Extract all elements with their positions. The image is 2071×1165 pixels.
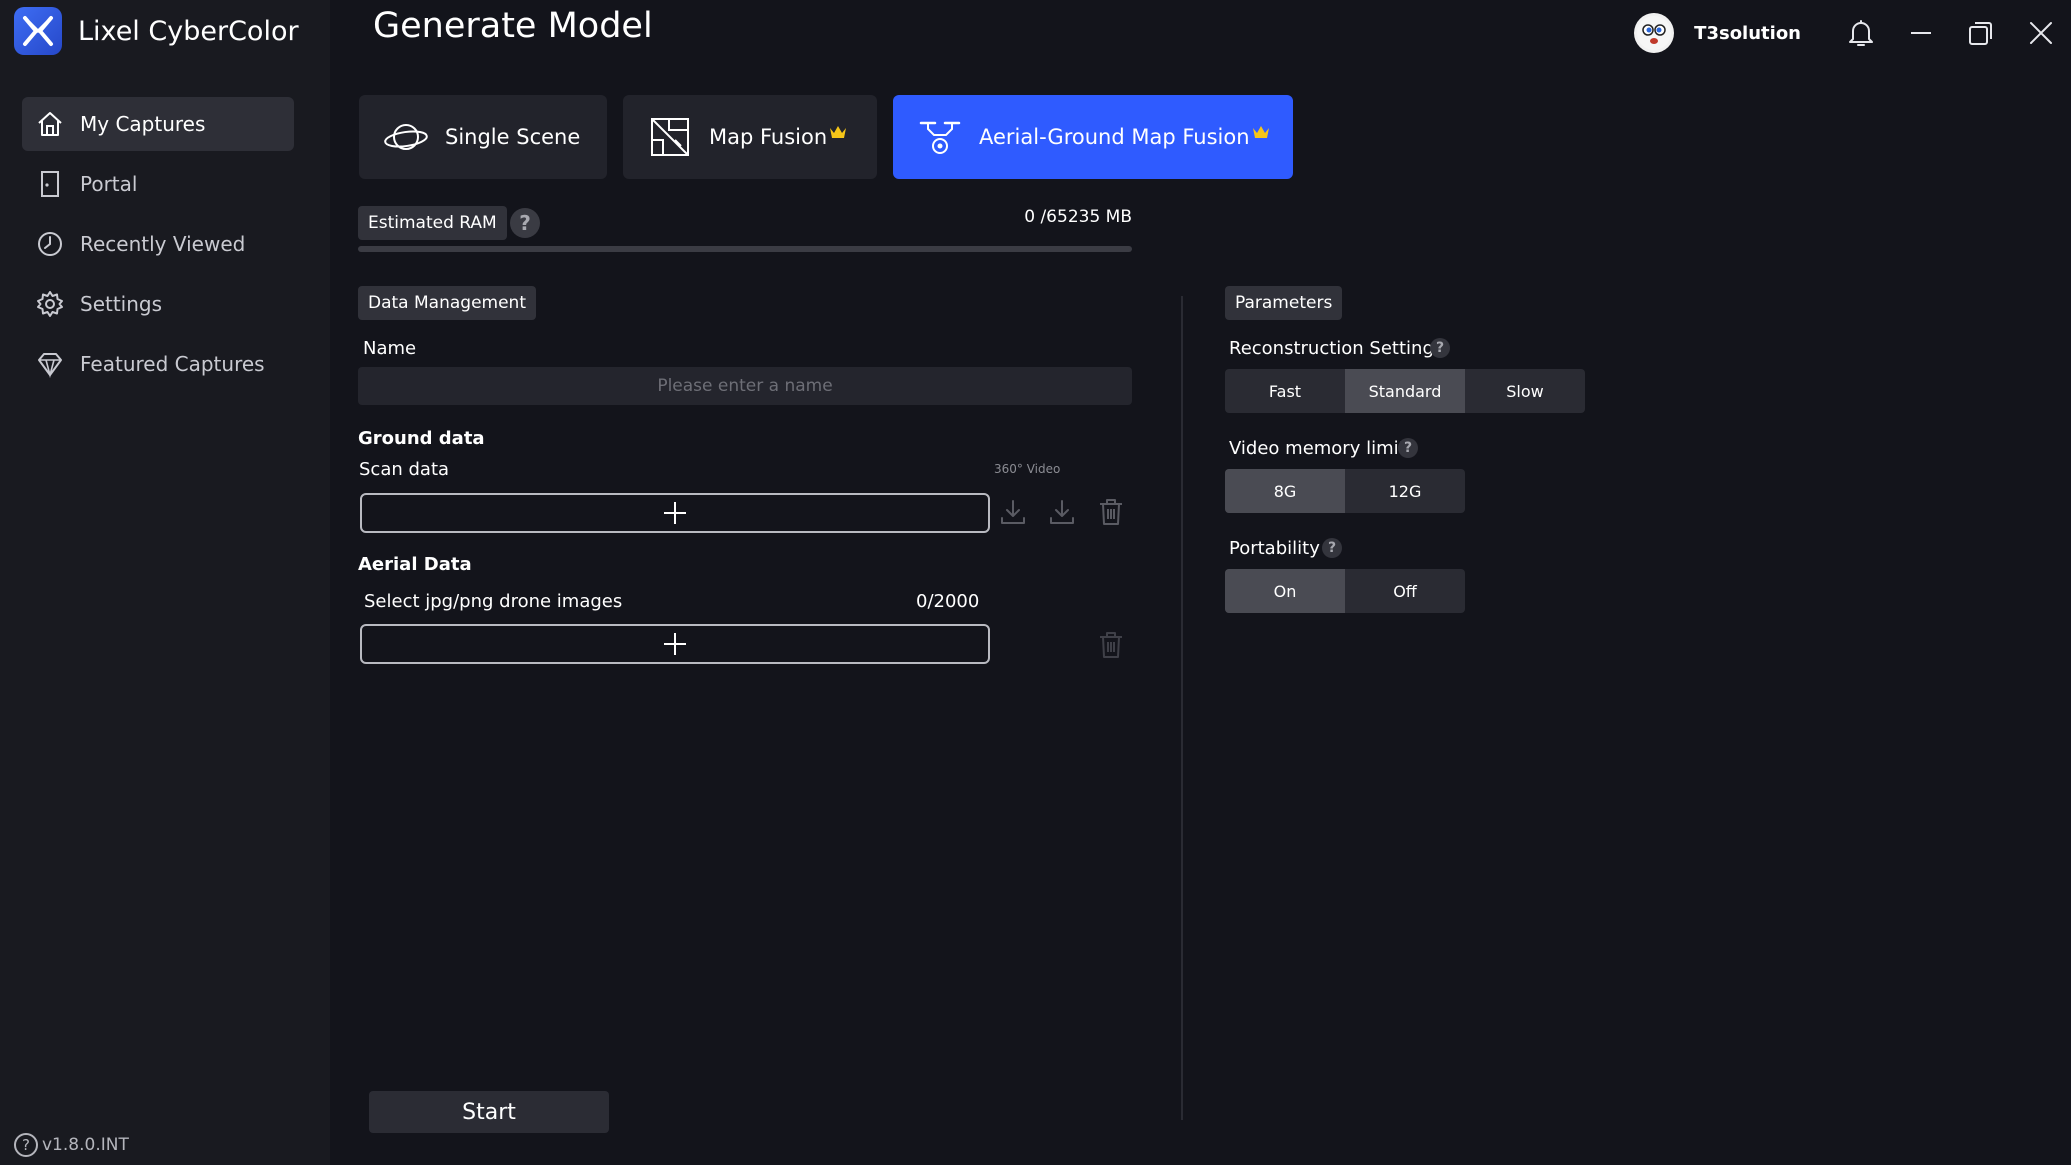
name-input[interactable] xyxy=(358,367,1132,405)
portability-option-off[interactable]: Off xyxy=(1345,569,1465,613)
sidebar-item-label: Portal xyxy=(80,172,138,196)
reconstruction-option-slow[interactable]: Slow xyxy=(1465,369,1585,413)
drone-icon xyxy=(917,114,963,160)
sidebar-item-label: Featured Captures xyxy=(80,352,265,376)
video-360-caption: 360° Video xyxy=(994,462,1061,476)
minimize-button[interactable] xyxy=(1891,3,1951,63)
portability-help-icon[interactable]: ? xyxy=(1322,538,1342,558)
download-icon xyxy=(1048,498,1076,526)
delete-scan-button[interactable] xyxy=(1094,495,1128,529)
sidebar-item-portal[interactable]: Portal xyxy=(22,157,294,211)
delete-drone-images-button[interactable] xyxy=(1094,628,1128,662)
sidebar-item-my-captures[interactable]: My Captures xyxy=(22,97,294,151)
sidebar-item-recently-viewed[interactable]: Recently Viewed xyxy=(22,217,294,271)
restore-icon xyxy=(1967,19,1995,47)
clock-icon xyxy=(34,228,66,260)
crown-icon xyxy=(1252,125,1270,139)
ram-progress-bar xyxy=(358,246,1132,252)
section-divider xyxy=(1181,296,1183,1120)
video-memory-help-icon[interactable]: ? xyxy=(1398,438,1418,458)
plus-icon xyxy=(662,631,688,657)
start-button[interactable]: Start xyxy=(369,1091,609,1133)
name-label: Name xyxy=(363,338,417,359)
scan-data-label: Scan data xyxy=(359,459,450,480)
add-drone-images-button[interactable] xyxy=(360,624,990,664)
page-title: Generate Model xyxy=(373,6,653,46)
sidebar-item-label: Recently Viewed xyxy=(80,232,246,256)
close-button[interactable] xyxy=(2011,3,2071,63)
import-scan-button[interactable] xyxy=(996,495,1030,529)
help-icon[interactable]: ? xyxy=(14,1133,38,1157)
diamond-icon xyxy=(34,348,66,380)
close-icon xyxy=(2028,20,2054,46)
reconstruction-settings-selector: Fast Standard Slow xyxy=(1225,369,1585,413)
home-icon xyxy=(34,108,66,140)
reconstruction-help-icon[interactable]: ? xyxy=(1430,338,1450,358)
door-icon xyxy=(34,168,66,200)
drone-images-label: Select jpg/png drone images xyxy=(364,591,623,612)
ground-data-label: Ground data xyxy=(358,428,485,449)
tab-single-scene[interactable]: Single Scene xyxy=(359,95,607,179)
reconstruction-option-fast[interactable]: Fast xyxy=(1225,369,1345,413)
video-memory-selector: 8G 12G xyxy=(1225,469,1465,513)
trash-icon xyxy=(1097,497,1125,527)
parameters-section-label: Parameters xyxy=(1225,286,1343,320)
app-name: Lixel CyberColor xyxy=(78,15,299,47)
sidebar: Lixel CyberColor My Captures Portal Rece… xyxy=(0,0,330,1165)
video-memory-option-8g[interactable]: 8G xyxy=(1225,469,1345,513)
window-header-controls: T3solution xyxy=(1634,0,2071,66)
notification-bell-button[interactable] xyxy=(1831,3,1891,63)
gear-icon xyxy=(34,288,66,320)
portability-label: Portability xyxy=(1229,538,1320,559)
bell-icon xyxy=(1847,18,1875,48)
video-memory-option-12g[interactable]: 12G xyxy=(1345,469,1465,513)
aerial-data-label: Aerial Data xyxy=(358,554,472,575)
estimated-ram-label: Estimated RAM xyxy=(358,206,507,240)
reconstruction-settings-label: Reconstruction Settings xyxy=(1229,338,1444,359)
sidebar-item-settings[interactable]: Settings xyxy=(22,277,294,331)
sidebar-nav: My Captures Portal Recently Viewed Setti… xyxy=(22,97,294,397)
portability-option-on[interactable]: On xyxy=(1225,569,1345,613)
tab-label: Map Fusion xyxy=(709,125,828,149)
ram-value: 0 /65235 MB xyxy=(1024,207,1132,227)
tab-aerial-ground-map-fusion[interactable]: Aerial-Ground Map Fusion xyxy=(893,95,1293,179)
app-logo-icon xyxy=(14,7,62,55)
mode-tabs: Single Scene Map Fusion Aerial-Ground Ma… xyxy=(359,95,1309,179)
map-fusion-icon xyxy=(647,114,693,160)
username[interactable]: T3solution xyxy=(1694,23,1801,44)
video-memory-limit-label: Video memory limit xyxy=(1229,438,1406,459)
add-scan-data-button[interactable] xyxy=(360,493,990,533)
sidebar-item-label: Settings xyxy=(80,292,163,316)
plus-icon xyxy=(662,500,688,526)
download-icon xyxy=(999,498,1027,526)
restore-button[interactable] xyxy=(1951,3,2011,63)
version-info: ? v1.8.0.INT xyxy=(14,1133,129,1157)
sidebar-item-featured-captures[interactable]: Featured Captures xyxy=(22,337,294,391)
avatar[interactable] xyxy=(1634,13,1675,53)
minimize-icon xyxy=(1908,20,1934,46)
drone-images-count: 0/2000 xyxy=(916,591,980,612)
ram-help-icon[interactable]: ? xyxy=(510,208,540,238)
crown-icon xyxy=(829,125,847,139)
reconstruction-option-standard[interactable]: Standard xyxy=(1345,369,1465,413)
portability-selector: On Off xyxy=(1225,569,1465,613)
tab-label: Single Scene xyxy=(445,125,581,149)
tab-label: Aerial-Ground Map Fusion xyxy=(979,125,1250,149)
tab-map-fusion[interactable]: Map Fusion xyxy=(623,95,877,179)
version-label: v1.8.0.INT xyxy=(42,1135,129,1155)
data-management-section-label: Data Management xyxy=(358,286,536,320)
import-360-video-button[interactable] xyxy=(1045,495,1079,529)
trash-icon xyxy=(1097,630,1125,660)
brand: Lixel CyberColor xyxy=(14,7,299,55)
planet-icon xyxy=(383,114,429,160)
sidebar-item-label: My Captures xyxy=(80,112,206,136)
